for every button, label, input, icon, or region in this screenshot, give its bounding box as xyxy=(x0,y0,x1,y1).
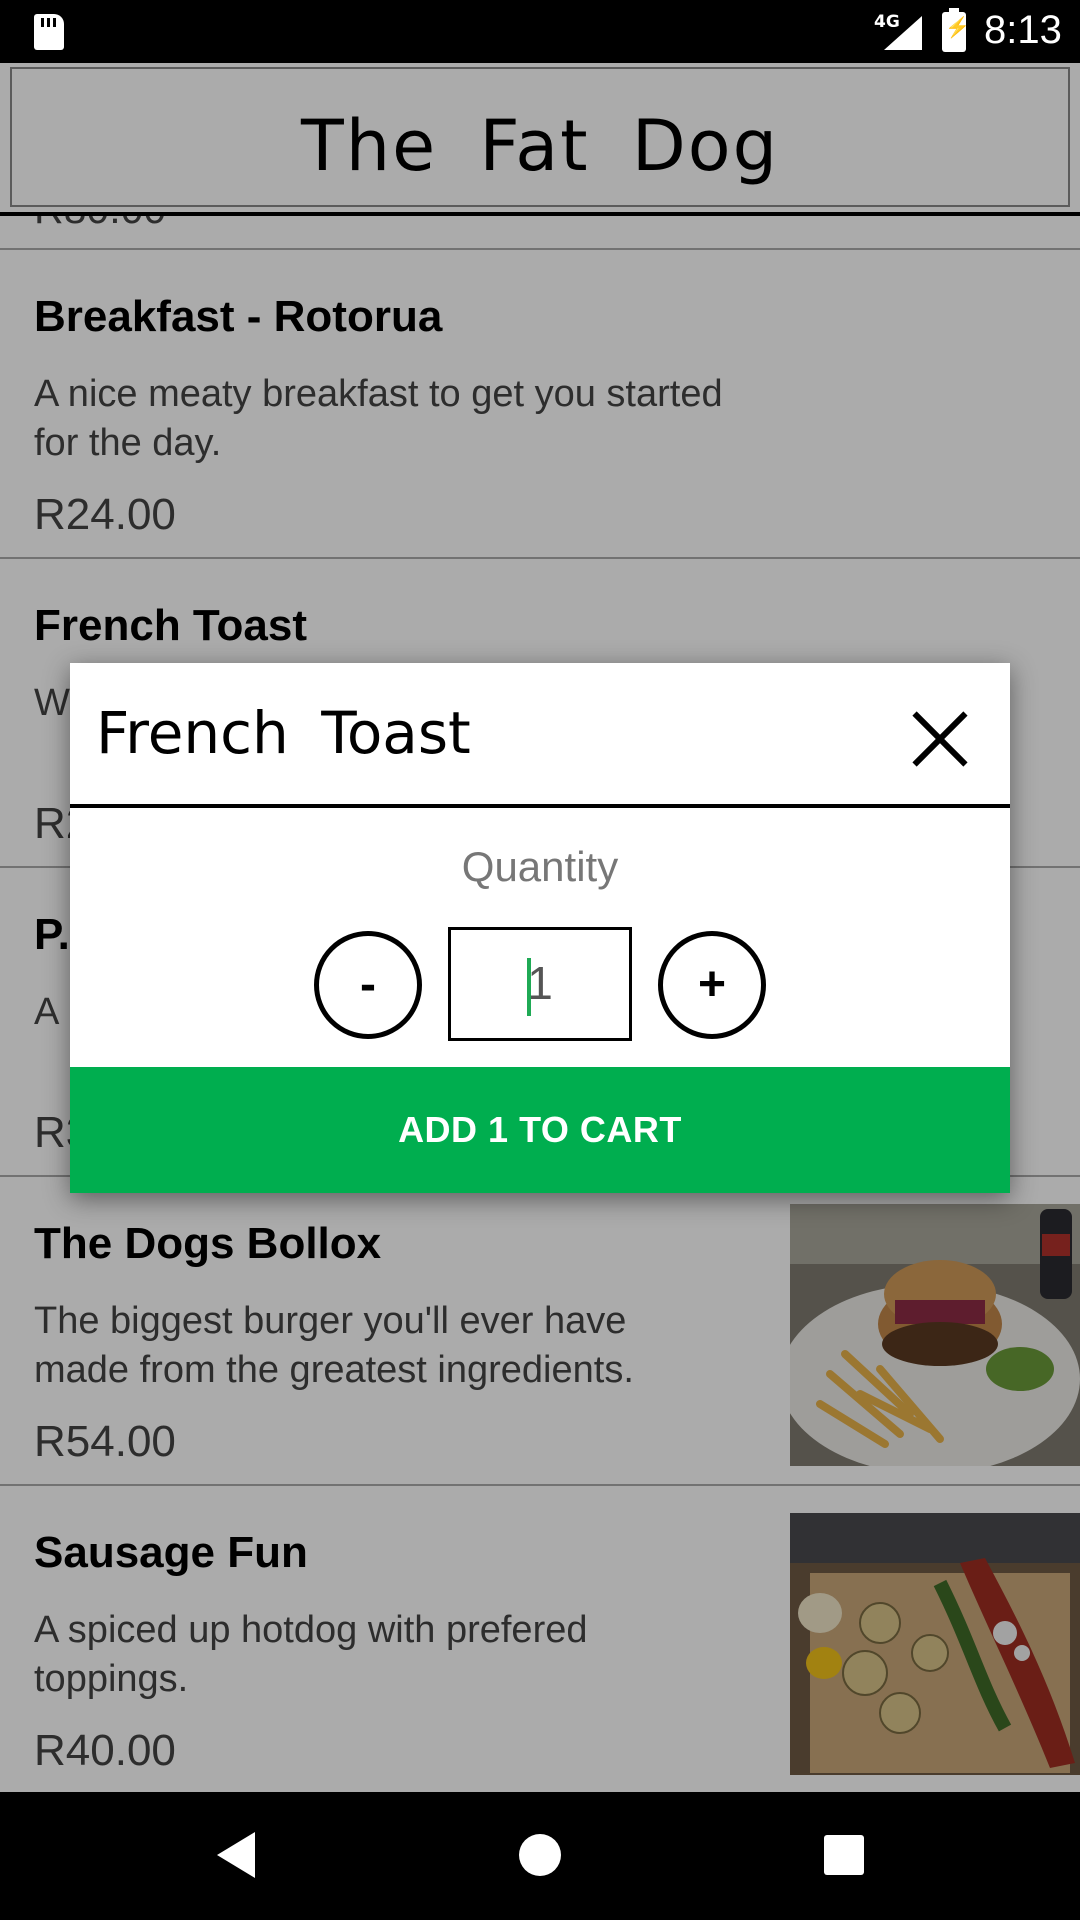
quantity-value: 1 xyxy=(527,957,553,1009)
close-icon[interactable] xyxy=(908,707,972,771)
decrease-quantity-button[interactable]: - xyxy=(314,931,422,1039)
back-icon[interactable] xyxy=(217,1832,255,1878)
quantity-input[interactable]: 1 xyxy=(448,927,632,1041)
add-to-cart-dialog: French Toast Quantity - 1 + ADD 1 TO CAR… xyxy=(70,663,1010,1193)
signal-icon xyxy=(884,16,922,50)
status-bar: 4G 8:13 xyxy=(0,0,1080,63)
dialog-title: French Toast xyxy=(96,699,471,767)
text-caret xyxy=(527,958,531,1016)
increase-quantity-button[interactable]: + xyxy=(658,931,766,1039)
quantity-label: Quantity xyxy=(461,843,619,890)
battery-charging-icon xyxy=(942,8,970,52)
sd-card-icon xyxy=(34,14,64,50)
status-clock: 8:13 xyxy=(984,8,1062,52)
add-to-cart-button[interactable]: ADD 1 TO CART xyxy=(70,1067,1010,1193)
navigation-bar xyxy=(0,1792,1080,1920)
dialog-header: French Toast xyxy=(70,663,1010,808)
recents-icon[interactable] xyxy=(824,1835,864,1875)
home-icon[interactable] xyxy=(519,1834,561,1876)
